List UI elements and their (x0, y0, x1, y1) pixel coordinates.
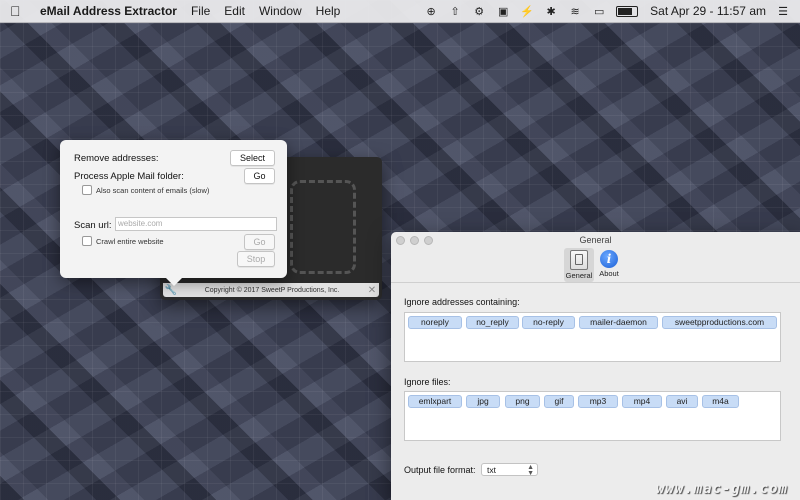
menu-help[interactable]: Help (316, 4, 341, 18)
process-go-button[interactable]: Go (244, 168, 275, 184)
wifi-icon[interactable]: ≋ (568, 5, 582, 18)
tab-about[interactable]: i About (594, 248, 624, 282)
bolt-icon[interactable]: ⚡ (520, 5, 534, 18)
file-token[interactable]: gif (544, 395, 574, 408)
preferences-toolbar: General i About (391, 248, 800, 283)
remove-addresses-label: Remove addresses: (74, 153, 159, 164)
ignore-addresses-label: Ignore addresses containing: (404, 297, 520, 307)
drop-zone[interactable] (290, 180, 356, 274)
wrench-icon[interactable]: 🔧 (163, 285, 179, 296)
output-format-value: txt (487, 465, 496, 475)
menu-file[interactable]: File (191, 4, 210, 18)
tab-general[interactable]: General (564, 248, 594, 282)
address-token[interactable]: sweetpproductions.com (662, 316, 777, 329)
preferences-titlebar[interactable]: General (391, 232, 800, 248)
output-format-label: Output file format: (404, 465, 476, 475)
upload-icon[interactable]: ⇧ (448, 5, 462, 18)
menu-bar:  eMail Address Extractor File Edit Wind… (0, 0, 800, 23)
close-icon[interactable]: ✕ (365, 285, 379, 296)
output-format-select[interactable]: txt ▲ ▼ (481, 463, 538, 477)
menu-clock[interactable]: Sat Apr 29 - 11:57 am (650, 4, 766, 18)
file-token[interactable]: avi (666, 395, 698, 408)
watermark-text: www.mac-gm.com (655, 481, 788, 497)
menu-window[interactable]: Window (259, 4, 302, 18)
gear-icon[interactable]: ⚙ (472, 5, 486, 18)
address-token[interactable]: no-reply (522, 316, 575, 329)
file-token[interactable]: m4a (702, 395, 739, 408)
scan-content-option[interactable]: Also scan content of emails (slow) (82, 185, 209, 195)
crawl-checkbox[interactable] (82, 236, 92, 246)
drop-window-footer: 🔧 Copyright © 2017 SweetP Productions, I… (163, 283, 379, 297)
ignore-addresses-field[interactable]: noreply no_reply no-reply mailer-daemon … (404, 312, 781, 362)
window-controls (396, 236, 438, 245)
bluetooth-icon[interactable]: ✱ (544, 5, 558, 18)
process-mail-label: Process Apple Mail folder: (74, 171, 184, 182)
address-token[interactable]: mailer-daemon (579, 316, 658, 329)
copyright-text: Copyright © 2017 SweetP Productions, Inc… (204, 286, 340, 294)
menu-edit[interactable]: Edit (224, 4, 245, 18)
crawl-label: Crawl entire website (96, 236, 164, 246)
general-switch-icon (570, 250, 588, 270)
select-button[interactable]: Select (230, 150, 275, 166)
info-icon: i (600, 250, 618, 268)
chevron-updown-icon: ▲ ▼ (527, 464, 534, 477)
settings-popover: Remove addresses: Select Process Apple M… (60, 140, 287, 286)
crawl-go-button[interactable]: Go (244, 234, 275, 250)
minimize-window-button[interactable] (410, 236, 419, 245)
close-window-button[interactable] (396, 236, 405, 245)
battery-icon[interactable] (616, 5, 639, 17)
url-input[interactable]: website.com (115, 217, 277, 231)
scan-content-checkbox[interactable] (82, 185, 92, 195)
flux-icon[interactable]: ⊕ (424, 5, 438, 18)
stop-button[interactable]: Stop (237, 251, 275, 267)
ignore-files-label: Ignore files: (404, 377, 451, 387)
file-token[interactable]: emlxpart (408, 395, 462, 408)
zoom-window-button[interactable] (424, 236, 433, 245)
lastpass-icon[interactable]: ▣ (496, 5, 510, 18)
app-menu-name[interactable]: eMail Address Extractor (40, 4, 177, 18)
ignore-files-field[interactable]: emlxpart jpg png gif mp3 mp4 avi m4a (404, 391, 781, 441)
apple-icon[interactable]:  (10, 0, 24, 22)
menu-list-icon[interactable]: ☰ (776, 5, 790, 18)
tab-general-label: General (565, 271, 593, 280)
preferences-window: General General i About Ignore addresses… (391, 232, 800, 500)
file-token[interactable]: mp4 (622, 395, 662, 408)
scan-content-label: Also scan content of emails (slow) (96, 185, 210, 195)
address-token[interactable]: noreply (408, 316, 462, 329)
airplay-icon[interactable]: ▭ (592, 5, 606, 18)
status-tray: ⊕ ⇧ ⚙ ▣ ⚡ ✱ ≋ ▭ Sat Apr 29 - 11:57 am ☰ (424, 0, 800, 22)
window-title: General (579, 235, 612, 245)
scan-url-label: Scan url: (74, 220, 112, 231)
tab-about-label: About (599, 269, 619, 278)
crawl-option[interactable]: Crawl entire website (82, 236, 164, 246)
file-token[interactable]: jpg (466, 395, 500, 408)
file-token[interactable]: mp3 (578, 395, 618, 408)
file-token[interactable]: png (505, 395, 540, 408)
address-token[interactable]: no_reply (466, 316, 519, 329)
